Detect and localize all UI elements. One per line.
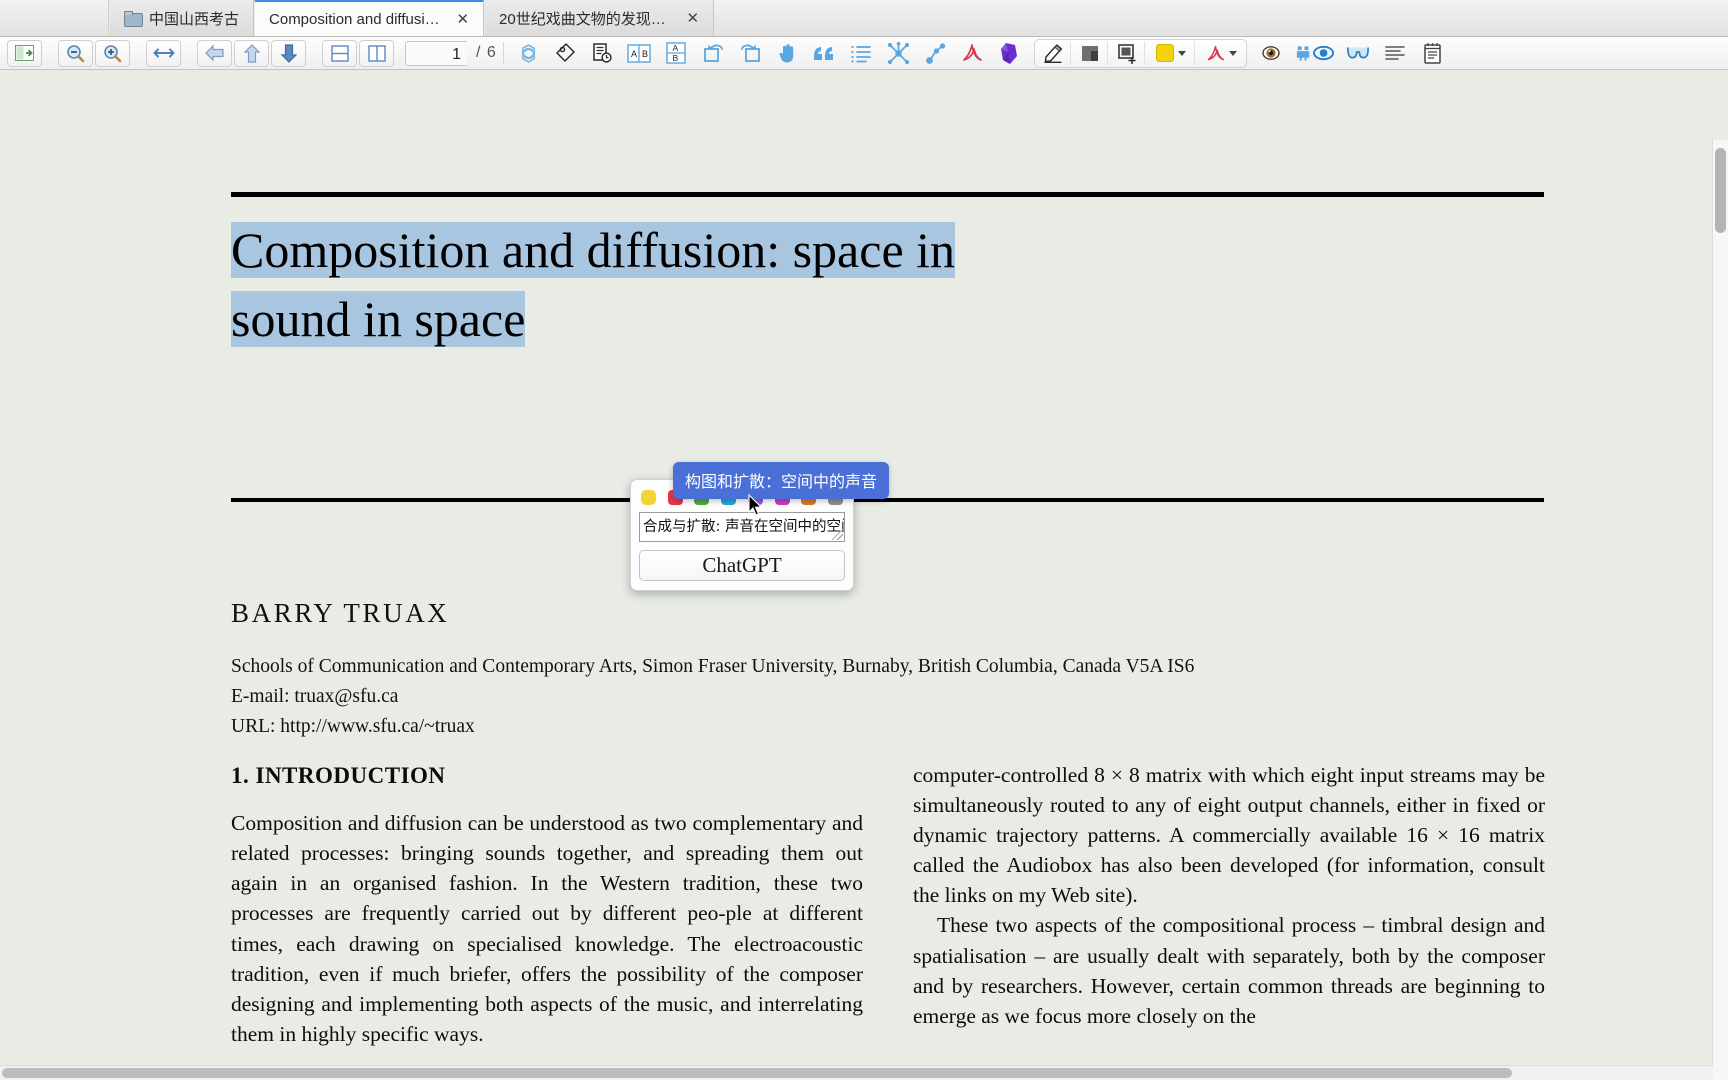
page-number-input[interactable]: 1	[405, 40, 467, 66]
history-document-icon[interactable]	[585, 40, 620, 67]
page-title-line-2: sound in space	[231, 290, 526, 347]
adobe-acrobat-icon[interactable]	[955, 40, 990, 67]
body-column-right: computer-controlled 8 × 8 matrix with wh…	[913, 760, 1545, 1031]
tag-icon[interactable]	[548, 40, 583, 67]
svg-text:B: B	[673, 53, 679, 63]
annotation-tools-group	[1033, 38, 1247, 68]
translation-text-field[interactable]: 合成与扩散: 声音在空间中的空间	[639, 512, 845, 542]
vertical-scrollbar-thumb[interactable]	[1715, 148, 1726, 233]
single-page-view-icon[interactable]	[322, 39, 357, 67]
highlight-color-icon[interactable]	[1147, 40, 1195, 66]
body-column-left: 1. INTRODUCTION Composition and diffusio…	[231, 760, 863, 1049]
two-page-view-icon[interactable]	[359, 39, 394, 67]
node-graph-icon[interactable]	[918, 40, 953, 67]
chevron-down-icon[interactable]	[1228, 50, 1237, 56]
tab-bar-left-spacer	[0, 0, 109, 36]
page-down-icon[interactable]	[271, 39, 306, 67]
zoom-out-icon[interactable]	[58, 39, 93, 67]
pdf-page-1: Composition and diffusion: space in soun…	[18, 70, 1690, 1070]
notes-icon[interactable]	[1415, 40, 1450, 67]
gem-icon[interactable]	[992, 40, 1027, 67]
author-name: BARRY TRUAX	[231, 598, 450, 628]
tab-chinese-shanxi-archaeology[interactable]: 中国山西考古	[109, 0, 255, 36]
page-total-label: / 6	[476, 44, 497, 61]
horizontal-scrollbar[interactable]	[0, 1065, 1713, 1080]
previous-page-icon[interactable]	[197, 39, 232, 67]
tab-label: 20世纪戏曲文物的发现与曲...	[499, 10, 675, 28]
fit-width-icon[interactable]	[146, 39, 181, 67]
translation-text-value: 合成与扩散: 声音在空间中的空间	[643, 519, 845, 535]
translation-tooltip: 构图和扩散：空间中的声音	[673, 462, 890, 499]
svg-text:A: A	[631, 49, 637, 59]
mindmap-icon[interactable]	[881, 40, 916, 67]
page-up-icon[interactable]	[234, 39, 269, 67]
rotate-right-icon[interactable]	[733, 40, 768, 67]
quote-icon[interactable]	[807, 40, 842, 67]
chatgpt-button[interactable]: ChatGPT	[639, 550, 845, 581]
vertical-scrollbar[interactable]	[1712, 140, 1728, 1080]
resize-grip-icon[interactable]	[832, 529, 843, 540]
svg-text:A: A	[673, 43, 679, 53]
ox-eye-icon[interactable]	[1291, 40, 1339, 67]
toolbar-divider	[502, 42, 504, 64]
pdf-toolbar: 1 / 6 A B A B	[0, 37, 1728, 70]
export-pdf-icon[interactable]	[1197, 41, 1245, 66]
tab-label: 中国山西考古	[149, 10, 240, 28]
close-icon[interactable]: ✕	[686, 9, 699, 27]
page-navigation: 1 / 6	[405, 40, 497, 66]
title-rule-bottom	[231, 498, 1544, 502]
zoom-in-icon[interactable]	[95, 39, 130, 67]
swatch-yellow[interactable]	[641, 490, 656, 505]
svg-text:B: B	[642, 49, 648, 59]
title-rule-top	[231, 192, 1544, 197]
tab-20th-century-opera-relics[interactable]: 20世纪戏曲文物的发现与曲... ✕	[484, 0, 715, 36]
snapshot-icon[interactable]	[1110, 40, 1145, 66]
close-icon[interactable]: ✕	[456, 10, 469, 28]
page-title-line-1: Composition and diffusion: space in	[231, 222, 956, 278]
area-select-icon[interactable]	[1073, 40, 1108, 66]
pdf-document-viewport[interactable]: Composition and diffusion: space in soun…	[0, 70, 1728, 1080]
openai-logo-icon[interactable]	[511, 40, 546, 67]
text-lines-icon[interactable]	[1378, 40, 1413, 67]
folder-icon	[124, 11, 143, 27]
tab-composition-and-diffusion[interactable]: Composition and diffusion... ✕	[254, 0, 485, 36]
compare-stacked-icon[interactable]: A B	[659, 40, 694, 67]
list-icon[interactable]	[844, 40, 879, 67]
paragraph-intro: Composition and diffusion can be underst…	[231, 811, 863, 1046]
chevron-down-icon[interactable]	[1177, 50, 1186, 56]
sidebar-toggle-icon[interactable]	[7, 39, 42, 67]
horizontal-scrollbar-thumb[interactable]	[2, 1068, 1512, 1078]
browser-tab-bar: 中国山西考古 Composition and diffusion... ✕ 20…	[0, 0, 1728, 37]
rotate-left-icon[interactable]	[696, 40, 731, 67]
hand-tool-icon[interactable]	[770, 40, 805, 67]
page-title: Composition and diffusion: space in soun…	[231, 216, 1331, 353]
compare-side-by-side-icon[interactable]: A B	[622, 40, 657, 67]
paragraph-matrix: computer-controlled 8 × 8 matrix with wh…	[913, 763, 1545, 908]
paragraph-two-aspects: These two aspects of the compositional p…	[913, 913, 1545, 1028]
highlighter-pen-icon[interactable]	[1036, 40, 1071, 66]
author-affiliation: Schools of Communication and Contemporar…	[231, 656, 1195, 737]
section-heading-introduction: 1. INTRODUCTION	[231, 763, 446, 788]
eye-icon[interactable]	[1254, 40, 1289, 67]
mouse-cursor	[748, 493, 764, 518]
tab-label: Composition and diffusion...	[269, 10, 445, 28]
glasses-icon[interactable]	[1341, 40, 1376, 67]
